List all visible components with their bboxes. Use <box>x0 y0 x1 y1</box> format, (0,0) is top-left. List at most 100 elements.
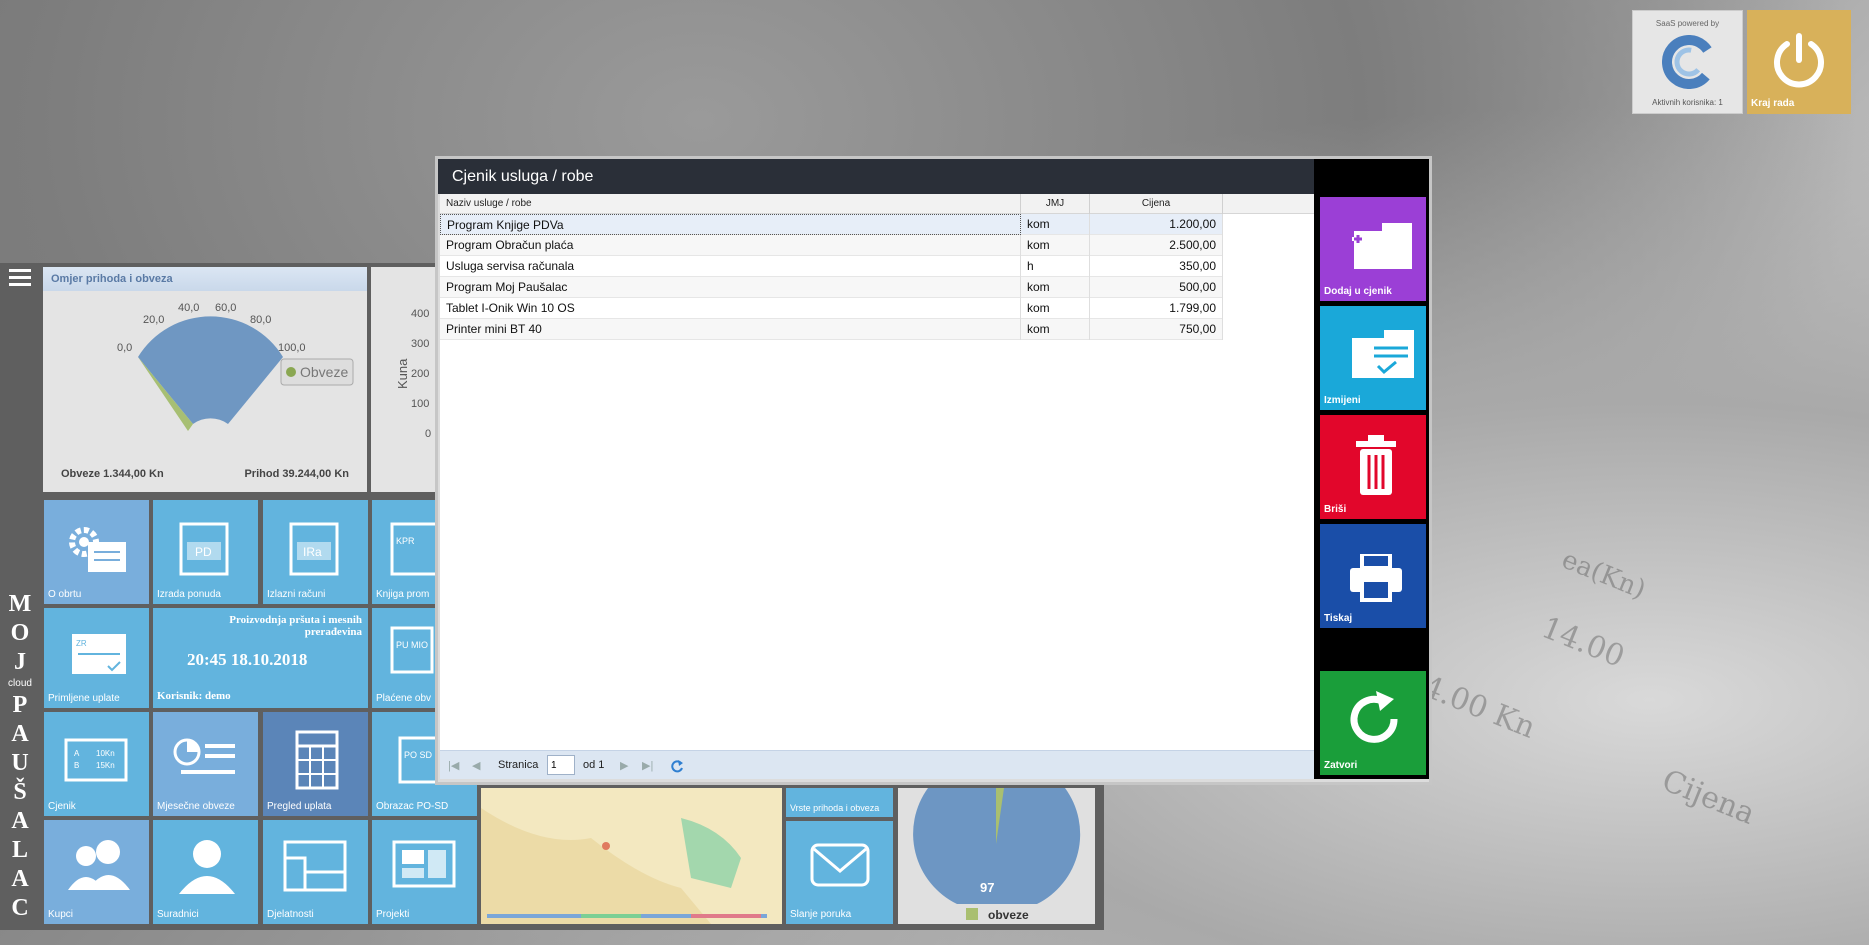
background-text: 14.00 <box>1536 610 1630 675</box>
tile-izlazni-racuni[interactable]: IRa Izlazni računi <box>263 500 368 604</box>
first-page-icon[interactable]: |◀ <box>448 759 459 772</box>
tile-suradnici[interactable]: Suradnici <box>153 820 258 924</box>
refresh-icon[interactable] <box>670 759 684 773</box>
last-page-icon[interactable]: ▶| <box>642 759 653 772</box>
table-row[interactable]: Printer mini BT 40 kom 750,00 <box>440 319 1223 340</box>
refresh-close-icon <box>1350 691 1398 743</box>
user-icon <box>179 840 235 894</box>
tile-placene-obveze[interactable]: PU MIO Plaćene obv <box>372 608 435 708</box>
logout-label: Kraj rada <box>1751 98 1795 109</box>
brand-letter: A <box>11 866 29 892</box>
pie-value: 97 <box>980 880 994 895</box>
prev-page-icon[interactable]: ◀ <box>472 759 480 772</box>
tile-o-obrtu[interactable]: O obrtu <box>44 500 149 604</box>
cell-unit: kom <box>1021 319 1090 340</box>
tile-slanje-poruka[interactable]: Slanje poruka <box>786 821 893 924</box>
gauge-tick: 80,0 <box>250 314 271 326</box>
price-list-dialog: Cjenik usluga / robe Naziv usluge / robe… <box>435 156 1432 785</box>
power-icon <box>1774 33 1824 88</box>
logout-button[interactable]: Kraj rada <box>1747 10 1851 114</box>
column-header-name[interactable]: Naziv usluge / robe <box>440 194 1021 214</box>
monthly-chart: Kuna 400 300 200 100 0 <box>395 308 431 440</box>
tile-knjiga-prometa[interactable]: KPR Knjiga prom <box>372 500 435 604</box>
chart-tick: 100 <box>411 398 429 410</box>
table-row[interactable]: Program Obračun plaća kom 2.500,00 <box>440 235 1223 256</box>
tile-cjenik[interactable]: A B 10Kn 15Kn Cjenik <box>44 712 149 816</box>
tile-label: Cjenik <box>48 801 76 812</box>
column-header-price[interactable]: Cijena <box>1090 194 1223 214</box>
grid-header: Naziv usluge / robe JMJ Cijena <box>440 194 1314 214</box>
brand-letter: M <box>8 591 32 617</box>
gauge-tick: 100,0 <box>278 342 306 354</box>
cell-price: 1.200,00 <box>1090 214 1223 235</box>
activities-icon <box>283 840 347 892</box>
tile-vrste-prihoda[interactable]: Vrste prihoda i obveza <box>786 788 893 817</box>
map-tile[interactable] <box>481 788 782 924</box>
chart-tick: 300 <box>411 338 429 350</box>
tile-djelatnosti[interactable]: Djelatnosti <box>263 820 368 924</box>
gauge-tick: 20,0 <box>143 314 164 326</box>
tile-mjesecne-obveze[interactable]: Mjesečne obveze <box>153 712 258 816</box>
current-datetime: 20:45 18.10.2018 <box>187 650 308 669</box>
trash-icon <box>1356 435 1396 495</box>
saas-caption: SaaS powered by <box>1655 19 1720 28</box>
icon-text: PU MIO <box>396 640 428 650</box>
cell-price: 1.799,00 <box>1090 298 1223 319</box>
tile-projekti[interactable]: Projekti <box>372 820 477 924</box>
next-page-icon[interactable]: ▶ <box>620 759 628 772</box>
cell-unit: kom <box>1021 277 1090 298</box>
tile-label: Izlazni računi <box>267 589 326 600</box>
tile-pregled-uplata[interactable]: Pregled uplata <box>263 712 368 816</box>
tile-label: Suradnici <box>157 909 199 920</box>
print-label: Tiskaj <box>1324 613 1353 624</box>
cell-price: 350,00 <box>1090 256 1223 277</box>
edit-label: Izmijeni <box>1324 395 1361 406</box>
tile-label: Obrazac PO-SD <box>376 801 449 812</box>
background-text: Cijena <box>1656 763 1760 832</box>
tile-izrada-ponuda[interactable]: PD Izrada ponuda <box>153 500 258 604</box>
print-button[interactable]: Tiskaj <box>1320 524 1426 628</box>
menu-icon[interactable] <box>9 269 31 290</box>
gauge-tick: 60,0 <box>215 302 236 314</box>
chart-tick: 0 <box>425 428 431 440</box>
edit-button[interactable]: Izmijeni <box>1320 306 1426 410</box>
table-row[interactable]: Tablet I-Onik Win 10 OS kom 1.799,00 <box>440 298 1223 319</box>
delete-button[interactable]: Briši <box>1320 415 1426 519</box>
add-folder-icon <box>1352 223 1412 269</box>
tile-label: Izrada ponuda <box>157 589 221 600</box>
column-header-unit[interactable]: JMJ <box>1021 194 1090 214</box>
cell-unit: kom <box>1021 214 1090 235</box>
calculator-icon <box>295 730 339 790</box>
brand-letter: Š <box>13 779 27 805</box>
cell-unit: h <box>1021 256 1090 277</box>
gauge-legend: Obveze <box>300 364 348 380</box>
document-ira-icon: IRa <box>289 522 339 576</box>
monthly-chart-panel: Kuna 400 300 200 100 0 <box>371 267 441 492</box>
pie-legend: obveze <box>988 908 1029 922</box>
table-row[interactable]: Program Moj Paušalac kom 500,00 <box>440 277 1223 298</box>
company-name: Proizvodnja pršuta i mesnih prerađevina <box>229 614 362 638</box>
tile-kupci[interactable]: Kupci <box>44 820 149 924</box>
pager: |◀ ◀ Stranica od 1 ▶ ▶| <box>440 750 1314 779</box>
tile-primljene-uplate[interactable]: ZR Primljene uplate <box>44 608 149 708</box>
cell-unit: kom <box>1021 298 1090 319</box>
brand-letter: A <box>11 721 29 747</box>
cell-unit: kom <box>1021 235 1090 256</box>
tile-label: Projekti <box>376 909 410 920</box>
projects-icon <box>392 840 456 888</box>
icon-text: PO SD <box>404 750 433 760</box>
panel-title: Omjer prihoda i obveza <box>43 267 367 291</box>
tile-label: Pregled uplata <box>267 801 332 812</box>
page-input[interactable] <box>547 755 575 775</box>
active-users: Aktivnih korisnika: 1 <box>1652 98 1723 107</box>
price-list-grid[interactable]: Naziv usluge / robe JMJ Cijena Program K… <box>440 194 1314 750</box>
add-to-price-list-button[interactable]: Dodaj u cjenik <box>1320 197 1426 301</box>
brand-logo: M O J cloud P A U Š A L A C <box>0 590 40 923</box>
tile-label: Slanje poruka <box>790 909 852 920</box>
table-row[interactable]: Usluga servisa računala h 350,00 <box>440 256 1223 277</box>
paid-obligations-icon: PU MIO <box>390 626 434 674</box>
chart-tick: 400 <box>411 308 429 320</box>
close-button[interactable]: Zatvori <box>1320 671 1426 775</box>
printer-icon <box>1350 554 1402 602</box>
table-row[interactable]: Program Knjige PDVa kom 1.200,00 <box>440 214 1223 235</box>
